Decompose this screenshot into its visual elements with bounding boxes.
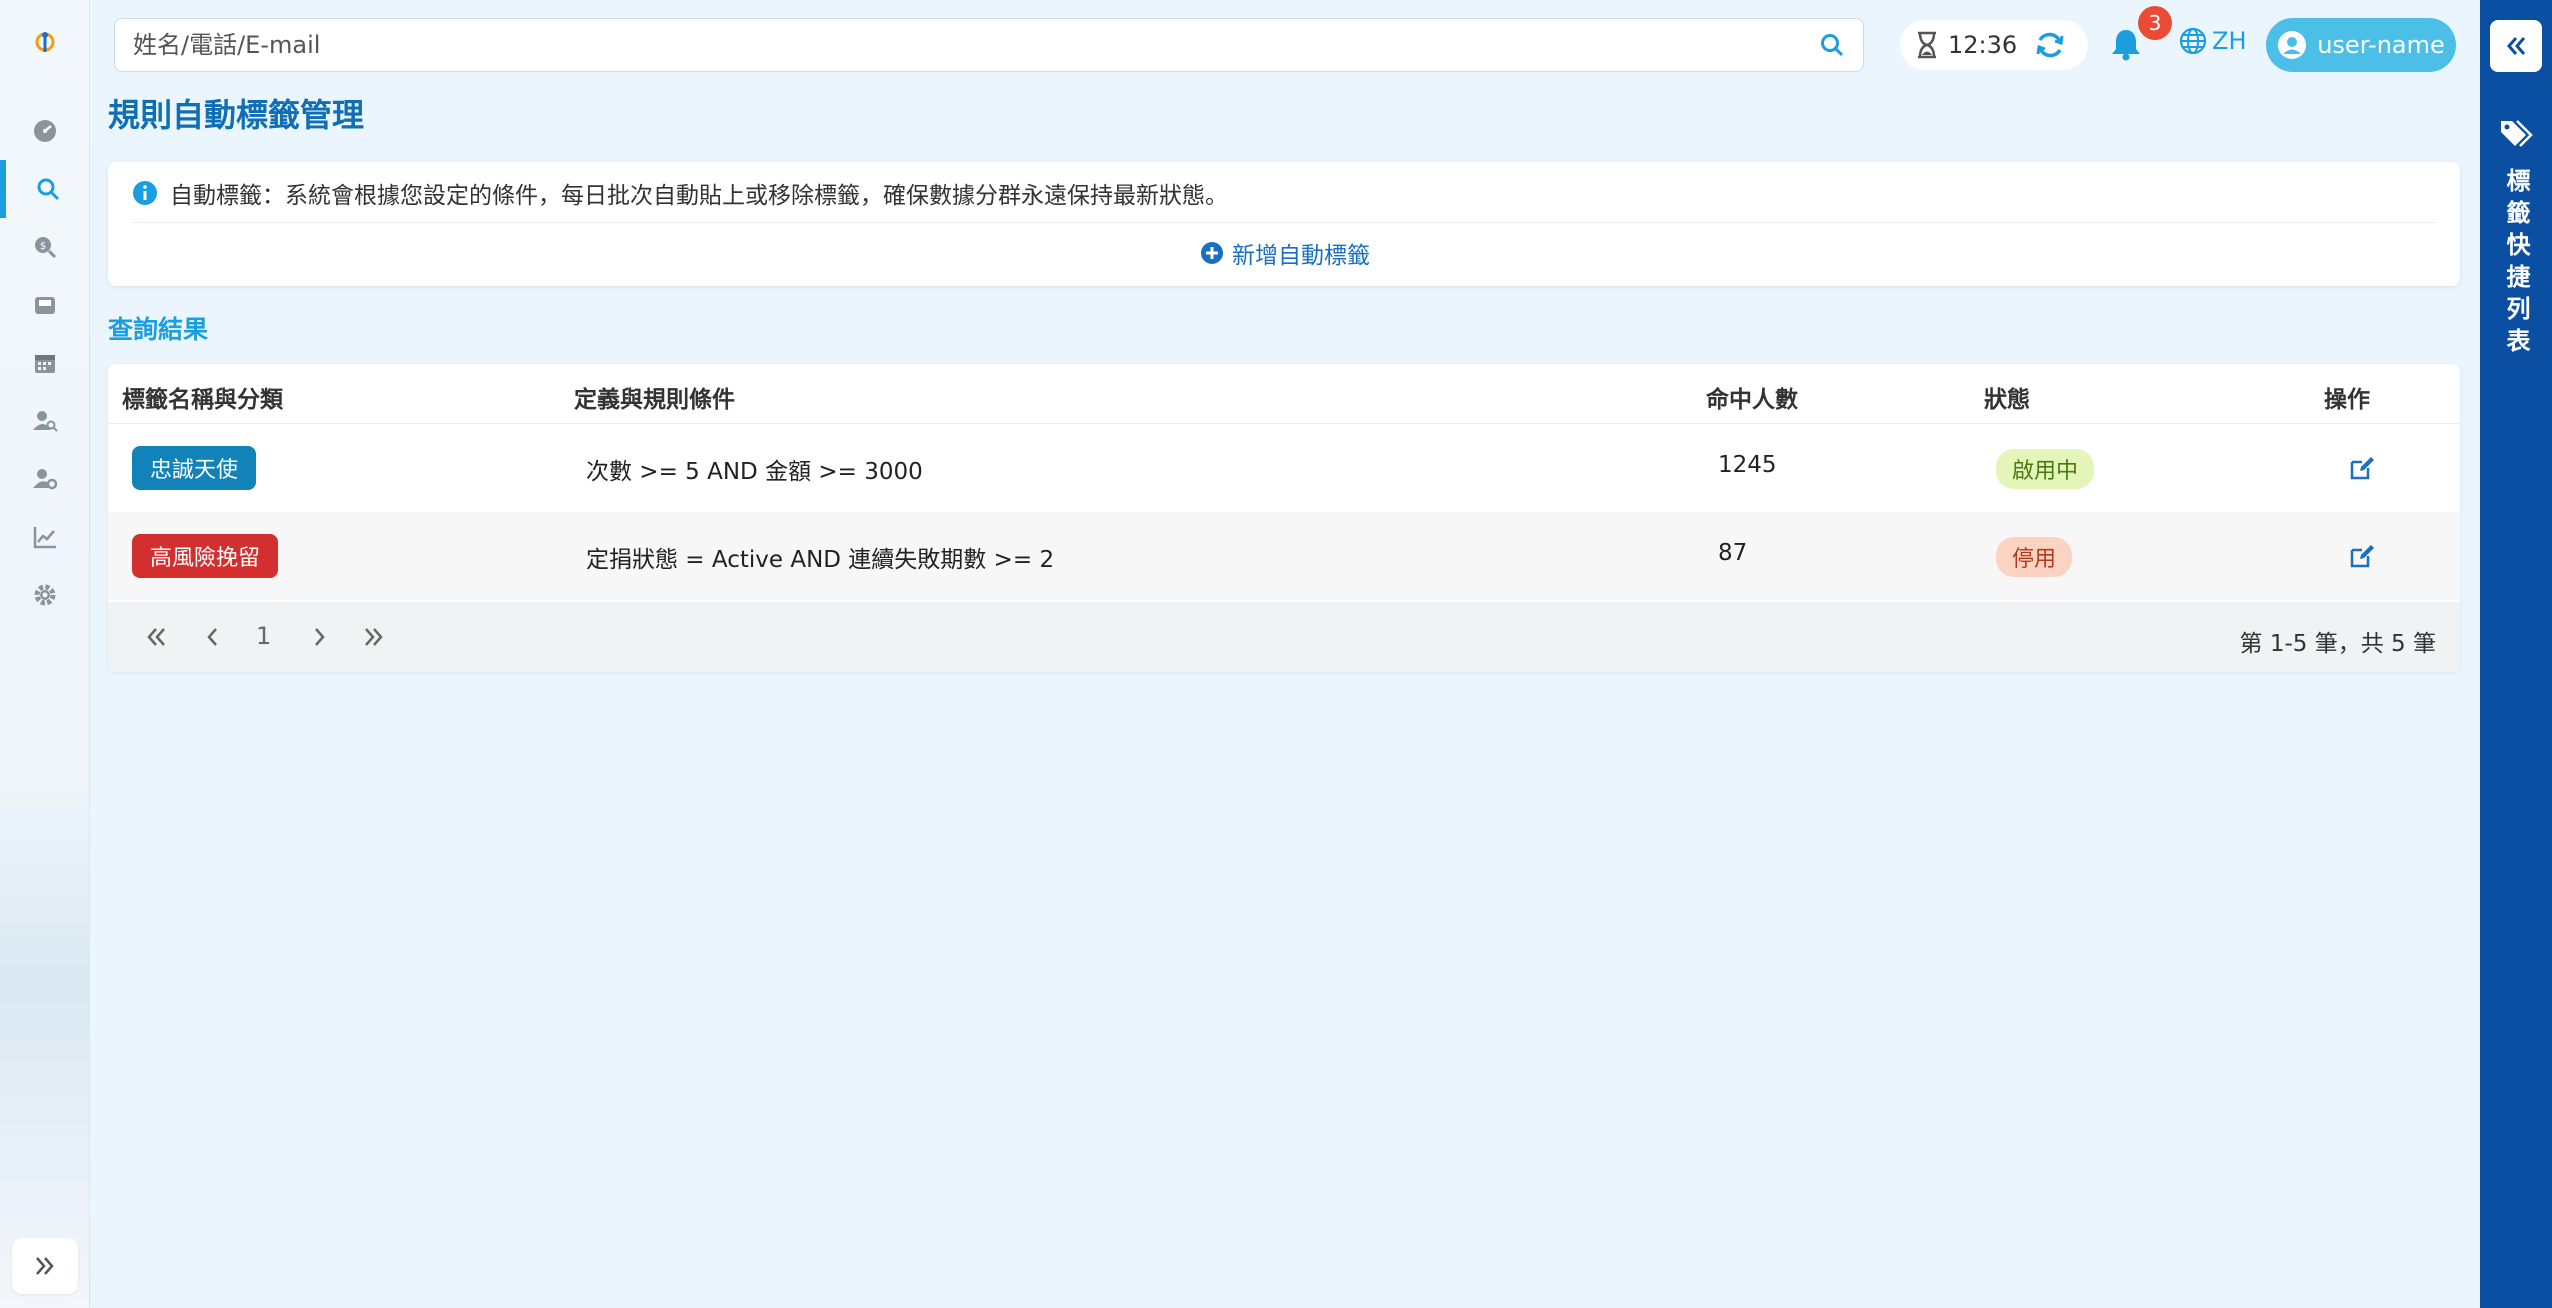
pagination: 1 第 1-5 筆，共 5 筆 bbox=[108, 602, 2460, 672]
sidebar-item-calendar[interactable] bbox=[0, 334, 90, 392]
user-settings-icon bbox=[33, 469, 58, 490]
search-icon[interactable] bbox=[1819, 32, 1845, 58]
hourglass-icon bbox=[1918, 31, 1936, 59]
edit-icon[interactable] bbox=[2348, 542, 2376, 570]
table-header: 標籤名稱與分類 定義與規則條件 命中人數 狀態 操作 bbox=[108, 364, 2460, 424]
column-header-actions: 操作 bbox=[2324, 387, 2370, 413]
sidebar-item-settings[interactable] bbox=[0, 566, 90, 624]
search-icon bbox=[37, 178, 60, 201]
search-bar[interactable] bbox=[114, 18, 1864, 72]
sidebar-item-user-settings[interactable] bbox=[0, 450, 90, 508]
calendar-icon bbox=[35, 355, 55, 373]
logo-icon[interactable] bbox=[28, 26, 62, 60]
language-switch[interactable]: ZH bbox=[2178, 26, 2247, 56]
double-chevron-right-icon bbox=[36, 1257, 54, 1275]
column-header-hits: 命中人數 bbox=[1706, 387, 1798, 413]
table-row: 忠誠天使 次數 >= 5 AND 金額 >= 3000 1245 啟用中 bbox=[108, 424, 2460, 512]
sidebar-item-analytics[interactable] bbox=[0, 508, 90, 566]
svg-text:$: $ bbox=[40, 241, 46, 252]
double-chevron-left-icon bbox=[2507, 37, 2526, 55]
info-card: 自動標籤：系統會根據您設定的條件，每日批次自動貼上或移除標籤，確保數據分群永遠保… bbox=[108, 162, 2460, 286]
rule-text: 定捐狀態 = Active AND 連續失敗期數 >= 2 bbox=[586, 547, 1055, 573]
search-input[interactable] bbox=[133, 31, 1819, 59]
chart-line-icon bbox=[33, 527, 56, 549]
gear-icon bbox=[34, 584, 56, 606]
info-text: 自動標籤：系統會根據您設定的條件，每日批次自動貼上或移除標籤，確保數據分群永遠保… bbox=[170, 183, 1228, 209]
column-header-status: 狀態 bbox=[1984, 387, 2030, 413]
user-name: user-name bbox=[2317, 31, 2445, 59]
column-header-tag: 標籤名稱與分類 bbox=[122, 387, 283, 413]
rule-text: 次數 >= 5 AND 金額 >= 3000 bbox=[586, 459, 923, 485]
previous-page-icon[interactable] bbox=[200, 624, 226, 650]
tags-icon bbox=[2501, 120, 2533, 147]
refresh-icon[interactable] bbox=[2035, 30, 2065, 60]
tag-shortcut-label: 標籤快捷列表 bbox=[2502, 168, 2530, 360]
hit-count: 1245 bbox=[1718, 452, 1777, 478]
hit-count: 87 bbox=[1718, 540, 1748, 566]
sidebar-expand-button[interactable] bbox=[12, 1238, 78, 1294]
panel-collapse-button[interactable] bbox=[2490, 20, 2542, 72]
inbox-icon bbox=[35, 297, 55, 314]
last-page-icon[interactable] bbox=[360, 624, 386, 650]
user-menu-button[interactable]: user-name bbox=[2266, 18, 2456, 72]
status-badge: 啟用中 bbox=[1996, 449, 2095, 489]
section-title: 查詢結果 bbox=[108, 315, 209, 344]
notification-badge: 3 bbox=[2138, 6, 2172, 40]
table-row: 高風險挽留 定捐狀態 = Active AND 連續失敗期數 >= 2 87 停… bbox=[108, 512, 2460, 600]
dashboard-icon bbox=[34, 120, 56, 142]
page-title: 規則自動標籤管理 bbox=[108, 96, 365, 134]
tag-pill[interactable]: 高風險挽留 bbox=[132, 534, 279, 578]
user-circle-icon bbox=[2278, 31, 2307, 59]
language-label: ZH bbox=[2212, 27, 2247, 55]
next-page-icon[interactable] bbox=[306, 624, 332, 650]
sidebar-item-dashboard[interactable] bbox=[0, 102, 90, 160]
results-table: 標籤名稱與分類 定義與規則條件 命中人數 狀態 操作 忠誠天使 次數 >= 5 … bbox=[108, 364, 2460, 672]
sidebar-item-search[interactable] bbox=[0, 160, 90, 218]
sidebar-item-inbox[interactable] bbox=[0, 276, 90, 334]
tag-pill[interactable]: 忠誠天使 bbox=[132, 446, 257, 490]
timer-value: 12:36 bbox=[1948, 31, 2018, 59]
dollar-search-icon: $ bbox=[35, 237, 57, 259]
info-message: 自動標籤：系統會根據您設定的條件，每日批次自動貼上或移除標籤，確保數據分群永遠保… bbox=[132, 176, 1228, 210]
divider bbox=[132, 222, 2436, 223]
pagination-summary: 第 1-5 筆，共 5 筆 bbox=[2239, 631, 2436, 657]
column-header-rule: 定義與規則條件 bbox=[574, 387, 735, 413]
bell-icon[interactable] bbox=[2108, 26, 2144, 62]
status-badge: 停用 bbox=[1996, 537, 2073, 577]
sidebar-item-user-search[interactable] bbox=[0, 392, 90, 450]
user-search-icon bbox=[33, 411, 58, 432]
first-page-icon[interactable] bbox=[144, 624, 170, 650]
session-timer: 12:36 bbox=[1900, 20, 2088, 70]
add-auto-tag-button[interactable]: 新增自動標籤 bbox=[1200, 236, 1370, 270]
info-icon bbox=[133, 181, 157, 205]
plus-circle-icon bbox=[1201, 242, 1223, 264]
globe-icon bbox=[2179, 27, 2207, 55]
edit-icon[interactable] bbox=[2348, 454, 2376, 482]
left-sidebar: $ bbox=[0, 0, 90, 1308]
sidebar-item-donation-search[interactable]: $ bbox=[0, 218, 90, 276]
page-number[interactable]: 1 bbox=[256, 622, 271, 650]
add-auto-tag-label: 新增自動標籤 bbox=[1232, 243, 1370, 269]
